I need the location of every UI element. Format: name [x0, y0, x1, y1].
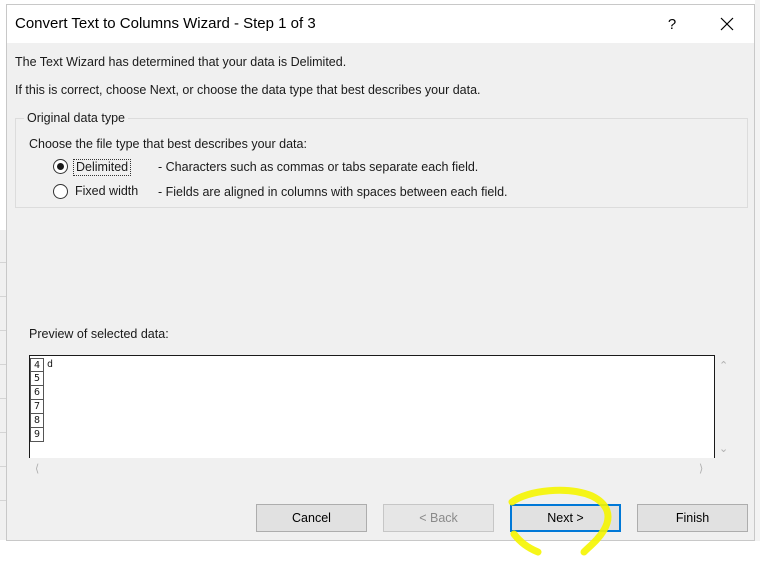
close-icon	[720, 17, 733, 31]
preview-row-number: 4	[30, 358, 44, 372]
delimited-radio[interactable]	[53, 159, 68, 174]
preview-cell-text: d	[47, 359, 54, 370]
chevron-up-icon[interactable]: ⌃	[719, 359, 728, 372]
delimited-radio-label[interactable]: Delimited	[73, 159, 132, 176]
chevron-down-icon[interactable]: ⌄	[719, 442, 728, 455]
preview-row-number: 5	[30, 372, 44, 386]
preview-label: Preview of selected data:	[29, 327, 169, 341]
cancel-button[interactable]: Cancel	[256, 504, 367, 532]
dialog-title: Convert Text to Columns Wizard - Step 1 …	[15, 15, 316, 32]
background-window-edge	[755, 0, 760, 575]
convert-text-wizard-dialog: Convert Text to Columns Wizard - Step 1 …	[6, 4, 755, 541]
fixed-width-radio[interactable]	[53, 184, 68, 199]
preview-row-numbers: 4 5 6 7 8 9	[30, 358, 44, 442]
preview-row-number: 6	[30, 386, 44, 400]
next-button[interactable]: Next >	[510, 504, 621, 532]
help-button[interactable]: ?	[645, 5, 699, 43]
preview-horizontal-scrollbar[interactable]	[29, 458, 715, 480]
group-legend: Original data type	[24, 111, 128, 125]
preview-row-number: 7	[30, 400, 44, 414]
data-preview-pane[interactable]: 4 5 6 7 8 9 d	[29, 355, 715, 458]
dialog-titlebar: Convert Text to Columns Wizard - Step 1 …	[7, 5, 754, 43]
delimited-description: - Characters such as commas or tabs sepa…	[158, 160, 479, 174]
wizard-message-detected: The Text Wizard has determined that your…	[15, 55, 347, 69]
preview-row-number: 8	[30, 414, 44, 428]
preview-row-number: 9	[30, 428, 44, 442]
fixed-width-description: - Fields are aligned in columns with spa…	[158, 185, 508, 199]
background-below-dialog	[0, 541, 760, 575]
back-button[interactable]: < Back	[383, 504, 494, 532]
close-button[interactable]	[699, 5, 754, 43]
wizard-message-instruction: If this is correct, choose Next, or choo…	[15, 83, 481, 97]
file-type-prompt: Choose the file type that best describes…	[29, 137, 307, 151]
chevron-left-icon[interactable]: ⟨	[35, 462, 39, 475]
finish-button[interactable]: Finish	[637, 504, 748, 532]
chevron-right-icon[interactable]: ⟩	[699, 462, 703, 475]
fixed-width-radio-label[interactable]: Fixed width	[73, 184, 140, 199]
